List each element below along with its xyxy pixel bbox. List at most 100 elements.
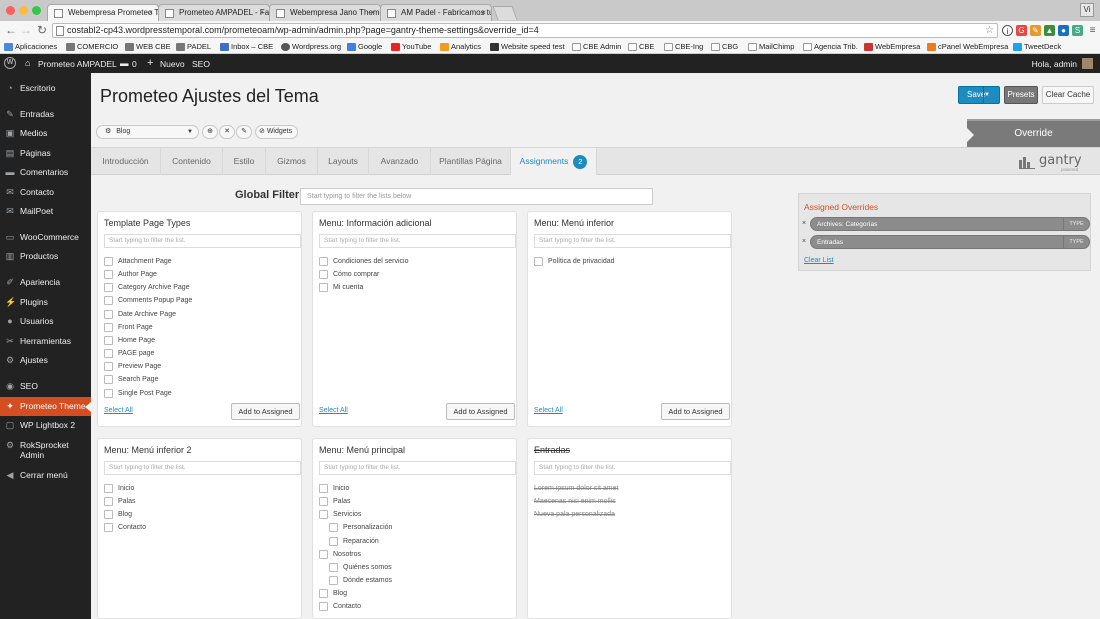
checkbox[interactable] [319,257,328,266]
menu-icon[interactable]: ≡ [1087,25,1098,36]
tab-layouts[interactable]: Layouts [318,148,369,175]
checkbox[interactable] [319,589,328,598]
list-item[interactable]: Attachment Page [104,256,172,267]
tab-assignments[interactable]: Assignments 2 [511,148,597,175]
wordpress-logo-icon[interactable]: W [4,57,16,69]
list-item[interactable]: Search Page [104,374,158,385]
select-all-link[interactable]: Select All [104,407,133,414]
global-filter-input[interactable]: Start typing to filter the lists below [300,188,653,205]
sidebar-item-plugins[interactable]: ⚡ Plugins [0,293,91,312]
tab-avanzado[interactable]: Avanzado [369,148,431,175]
site-name-link[interactable]: Prometeo AMPADEL [38,59,117,69]
list-item[interactable]: Comments Popup Page [104,295,192,306]
sidebar-item-mailpoet[interactable]: ✉ MailPoet [0,202,91,221]
list-item[interactable]: Condiciones del servicio [319,256,408,267]
list-filter-input[interactable]: Start typing to filter the list. [319,234,516,248]
list-item[interactable]: Quiénes somos [329,562,392,573]
sidebar-item-comentarios[interactable]: ▬ Comentarios [0,163,91,182]
checkbox[interactable] [104,484,113,493]
checkbox[interactable] [329,563,338,572]
sidebar-item-woocommerce[interactable]: ▭ WooCommerce [0,228,91,247]
checkbox[interactable] [319,270,328,279]
checkbox[interactable] [104,336,113,345]
close-tab-icon[interactable]: × [370,8,375,17]
remove-icon[interactable]: × [802,217,810,231]
bookmark-item[interactable]: YouTube [391,41,431,53]
bookmark-item[interactable]: PADEL [176,41,211,53]
checkbox[interactable] [319,484,328,493]
list-item[interactable]: Palas [104,496,136,507]
sidebar-item-usuarios[interactable]: ● Usuarios [0,312,91,331]
checkbox[interactable] [104,283,113,292]
list-item[interactable]: Personalización [329,522,392,533]
list-item[interactable]: Blog [319,588,347,599]
tab-contenido[interactable]: Contenido [161,148,223,175]
clear-list-link[interactable]: Clear List [804,257,834,264]
back-icon[interactable]: ← [4,23,18,37]
bookmark-item[interactable]: CBE-Ing [664,41,703,53]
bookmark-item[interactable]: CBE Admin [572,41,621,53]
checkbox[interactable] [104,389,113,398]
list-item[interactable]: Servicios [319,509,361,520]
zoom-window-icon[interactable] [32,6,41,15]
list-item[interactable]: Front Page [104,322,153,333]
edit-override-button[interactable]: ✎ [236,125,252,139]
list-item[interactable]: Dónde estamos [329,575,392,586]
checkbox[interactable] [104,270,113,279]
close-tab-icon[interactable]: × [259,8,264,17]
bookmark-item[interactable]: MailChimp [748,41,794,53]
add-to-assigned-button[interactable]: Add to Assigned [446,403,515,420]
bookmark-item[interactable]: Analytics [440,41,481,53]
checkbox[interactable] [319,602,328,611]
chevron-down-icon[interactable]: ▼ [983,87,999,103]
sidebar-item-wp-lightbox[interactable]: ▢ WP Lightbox 2 [0,416,91,435]
list-item[interactable]: Contacto [104,522,146,533]
bookmark-item[interactable]: Website speed test [490,41,565,53]
save-button[interactable]: Save ▼ [958,86,1000,104]
bookmark-item[interactable]: COMERCIO [66,41,118,53]
sidebar-item-seo[interactable]: ◉ SEO [0,377,91,396]
greeting-link[interactable]: Hola, admin [1032,59,1077,69]
add-override-button[interactable]: ⊕ [202,125,218,139]
new-content-link[interactable]: Nuevo [160,59,185,69]
sidebar-item-paginas[interactable]: ▤ Páginas [0,144,91,163]
checkbox[interactable] [104,523,113,532]
bookmark-item[interactable]: CBG [711,41,738,53]
widgets-button[interactable]: ⊘ Widgets [255,125,298,139]
checkbox[interactable] [104,323,113,332]
checkbox[interactable] [104,296,113,305]
bookmark-item[interactable]: CBE [628,41,654,53]
sidebar-item-ajustes[interactable]: ⚙ Ajustes [0,351,91,370]
list-item[interactable]: Contacto [319,601,361,612]
sidebar-item-prometeo-theme[interactable]: ✦ Prometeo Theme [0,397,91,416]
new-tab-button[interactable] [492,6,518,20]
url-input[interactable]: costabl2-cp43.wordpresstemporal.com/prom… [52,23,998,38]
comments-count[interactable]: 0 [132,59,137,69]
list-item[interactable]: Category Archive Page [104,282,190,293]
list-item[interactable]: Mi cuenta [319,282,363,293]
bookmark-item[interactable]: TweetDeck [1013,41,1061,53]
bookmark-item[interactable]: Inbox – CBE [220,41,273,53]
close-tab-icon[interactable]: × [481,8,486,17]
extension-icon[interactable]: ✎ [1030,25,1041,36]
select-all-link[interactable]: Select All [534,407,563,414]
browser-tab[interactable]: AM Padel - Fabricamos tu × [380,4,492,21]
sidebar-item-herramientas[interactable]: ✂ Herramientas [0,332,91,351]
extension-icon[interactable]: ● [1058,25,1069,36]
info-extension-icon[interactable]: i [1002,25,1013,36]
list-item[interactable]: Nosotros [319,549,361,560]
list-filter-input[interactable]: Start typing to filter the list. [319,461,516,475]
sidebar-item-medios[interactable]: ▣ Medios [0,124,91,143]
bookmark-item[interactable]: cPanel WebEmpresa [927,41,1008,53]
add-to-assigned-button[interactable]: Add to Assigned [231,403,300,420]
sidebar-item-collapse[interactable]: ◀ Cerrar menú [0,466,91,485]
minimize-window-icon[interactable] [19,6,28,15]
list-item[interactable]: Blog [104,509,132,520]
list-filter-input[interactable]: Start typing to filter the list. [104,234,301,248]
select-all-link[interactable]: Select All [319,407,348,414]
list-item[interactable]: PAGE page [104,348,154,359]
list-filter-input[interactable]: Start typing to filter the list. [104,461,301,475]
sidebar-item-entradas[interactable]: ✎ Entradas [0,105,91,124]
tab-plantillas-pagina[interactable]: Plantillas Página [431,148,511,175]
browser-tab[interactable]: Prometeo AMPADEL - Fab × [158,4,270,21]
